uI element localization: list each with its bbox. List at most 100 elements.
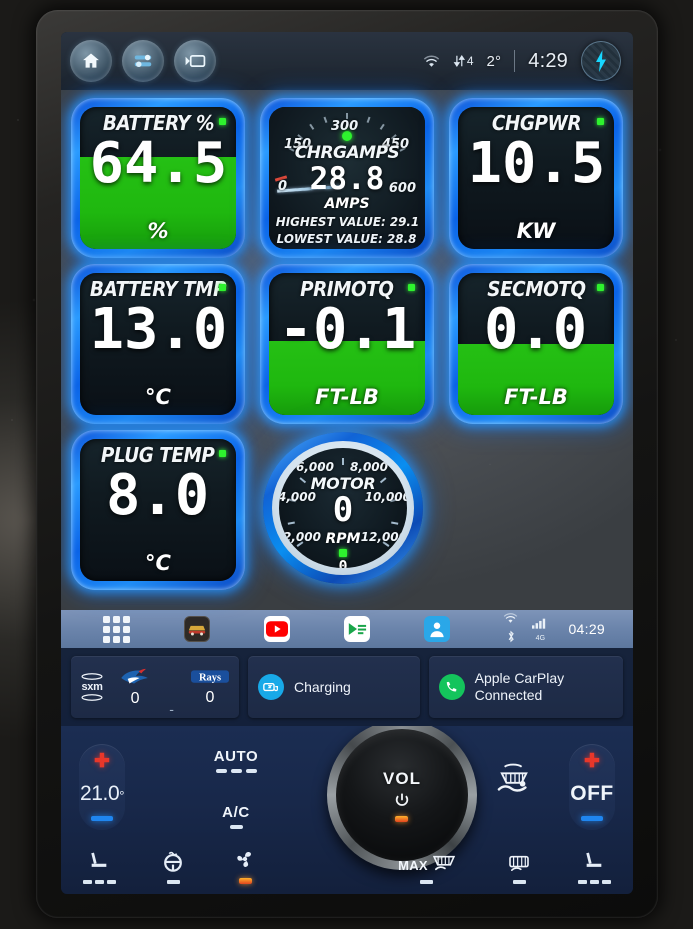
- status-bar: 4 2° 4:29: [61, 32, 633, 90]
- temp-down-icon[interactable]: [581, 816, 603, 821]
- wifi-icon: [503, 611, 518, 629]
- max-label: MAX: [398, 858, 428, 873]
- gauge-tile-primary-motor-torque[interactable]: PRIMOTQ -0.1 FT-LB: [260, 264, 434, 424]
- gauge-unit: °C: [145, 385, 171, 409]
- power-icon[interactable]: [394, 792, 410, 813]
- highest-value-label: HIGHEST VALUE: 29.1: [275, 214, 419, 229]
- outside-temperature: 2°: [486, 52, 502, 70]
- gauge-tile-battery-percent[interactable]: BATTERY % 64.5 %: [71, 98, 245, 258]
- passenger-temperature-control[interactable]: ✚ OFF: [569, 744, 615, 830]
- rpm-tick-label: 6,000: [296, 460, 334, 474]
- blue-jays-logo: 0: [118, 667, 152, 708]
- climate-button-row: MAX: [61, 848, 633, 884]
- fan-level-indicator: [191, 769, 281, 773]
- carplay-line2: Connected: [474, 687, 543, 703]
- status-led: [219, 450, 226, 457]
- vehicle-dashboard: 4 2° 4:29 BATTERY % 64.5 % 0 150 300 450…: [0, 0, 693, 929]
- status-led: [339, 548, 347, 557]
- driver-heated-seat-button[interactable]: [82, 850, 116, 884]
- gauge-dashboard: BATTERY % 64.5 % 0 150 300 450 600 CHRGA…: [61, 90, 633, 610]
- driver-temperature-control[interactable]: ✚ 21.0°: [79, 744, 125, 830]
- gauge-unit: °C: [145, 551, 171, 575]
- heated-steering-wheel-button[interactable]: [161, 850, 185, 884]
- data-transfer-icon: 4: [453, 54, 474, 68]
- gauge-tile-secondary-motor-torque[interactable]: SECMOTQ 0.0 FT-LB: [449, 264, 623, 424]
- divider: [514, 50, 516, 72]
- gauge-value: 0: [332, 490, 354, 530]
- rear-defrost-button[interactable]: [507, 854, 531, 884]
- carplay-line1: Apple CarPlay: [474, 670, 565, 687]
- passenger-heated-seat-button[interactable]: [577, 850, 611, 884]
- volume-label: VOL: [383, 768, 421, 788]
- rpm-tick-label: 8,000: [350, 460, 388, 474]
- svg-text:Rays: Rays: [199, 672, 221, 683]
- gauge-value: 8.0: [106, 463, 210, 528]
- gauge-unit: %: [147, 219, 169, 243]
- charging-status-card[interactable]: Charging: [248, 656, 420, 718]
- front-defrost-icon[interactable]: [493, 762, 537, 801]
- contacts-app-icon[interactable]: [423, 616, 450, 642]
- sirius-xm-score-card[interactable]: sxm 0 - Rays 0: [71, 656, 239, 718]
- obd-diagnostics-app-icon[interactable]: [183, 616, 210, 642]
- charging-label: Charging: [294, 678, 351, 695]
- temp-up-icon[interactable]: ✚: [94, 752, 110, 771]
- ac-state-indicator: [229, 825, 243, 829]
- apple-carplay-card[interactable]: Apple CarPlay Connected: [428, 656, 623, 718]
- gauge-unit: KW: [516, 219, 556, 243]
- ac-button[interactable]: A/C: [191, 804, 281, 829]
- ac-label: A/C: [222, 804, 250, 821]
- carplay-status: Apple CarPlay Connected: [475, 670, 565, 703]
- network-type-label: 4G: [535, 635, 546, 642]
- auto-label: AUTO: [213, 748, 259, 765]
- dial-face: 0 150 300 450 600 CHRGAMPS 28.8 AMPS HIG…: [269, 107, 425, 249]
- gauge-value: 28.8: [309, 161, 385, 197]
- fan-button[interactable]: [233, 848, 257, 884]
- settings-sliders-icon[interactable]: [122, 40, 164, 82]
- gauge-row-1: BATTERY % 64.5 % 0 150 300 450 600 CHRGA…: [67, 98, 627, 258]
- gauge-title: CHRGAMPS: [294, 143, 400, 163]
- app-dock: 4G 04:29: [61, 610, 633, 648]
- screen-cast-icon[interactable]: [174, 40, 216, 82]
- heated-steering-wheel-icon: [161, 850, 185, 877]
- max-defrost-button[interactable]: MAX: [398, 854, 456, 884]
- fan-icon: [233, 848, 257, 875]
- gauge-tile-battery-temp[interactable]: BATTERY TMP 13.0 °C: [71, 264, 245, 424]
- gauge-motor-rpm[interactable]: 2,000 4,000 6,000 8,000 10,000 12,000 MO…: [263, 432, 423, 584]
- gauge-value: 10.5: [467, 131, 605, 196]
- fan-active-led: [238, 878, 252, 884]
- wifi-icon: [423, 55, 440, 68]
- status-led: [219, 284, 226, 291]
- cellular-signal-icon: [532, 616, 548, 634]
- rear-defrost-icon: [507, 854, 531, 877]
- temp-up-icon[interactable]: ✚: [584, 752, 600, 771]
- temp-down-icon[interactable]: [91, 816, 113, 821]
- rays-logo: Rays 0: [191, 668, 229, 707]
- media-player-app-icon[interactable]: [343, 616, 370, 642]
- charging-bolt-icon[interactable]: [581, 41, 621, 81]
- score-separator: -: [169, 701, 174, 717]
- auto-mode-button[interactable]: AUTO: [191, 748, 281, 773]
- gauge-row-2: BATTERY TMP 13.0 °C PRIMOTQ -0.1 FT-LB S…: [67, 264, 627, 424]
- status-led: [597, 118, 604, 125]
- rpm-sub-value: 0: [338, 556, 348, 568]
- gauge-tile-charge-amps[interactable]: 0 150 300 450 600 CHRGAMPS 28.8 AMPS HIG…: [260, 98, 434, 258]
- climate-control-panel: ✚ 21.0° AUTO A/C VOL ✚ OFF MAX: [61, 726, 633, 894]
- screen-bezel: 4 2° 4:29 BATTERY % 64.5 % 0 150 300 450…: [36, 10, 658, 918]
- gauge-tile-charge-power[interactable]: CHGPWR 10.5 KW: [449, 98, 623, 258]
- heated-seat-icon: [581, 850, 607, 877]
- gauge-unit: FT-LB: [315, 385, 379, 409]
- app-grid-icon[interactable]: [103, 615, 130, 643]
- dial-tick-label: 300: [331, 119, 359, 134]
- driver-temperature-value: 21.0°: [79, 781, 125, 805]
- gauge-tile-plug-temp[interactable]: PLUG TEMP 8.0 °C: [71, 430, 245, 590]
- home-icon[interactable]: [70, 40, 112, 82]
- max-defrost-icon: [432, 854, 456, 877]
- gauge-value: -0.1: [278, 297, 416, 362]
- siriusxm-icon: sxm: [81, 672, 103, 702]
- youtube-app-icon[interactable]: [263, 616, 290, 642]
- gauge-unit: FT-LB: [504, 385, 568, 409]
- sxm-label: sxm: [81, 681, 103, 693]
- data-transfer-value: 4: [466, 54, 474, 68]
- gauge-value: 64.5: [89, 131, 227, 196]
- gauge-value: 13.0: [89, 297, 227, 362]
